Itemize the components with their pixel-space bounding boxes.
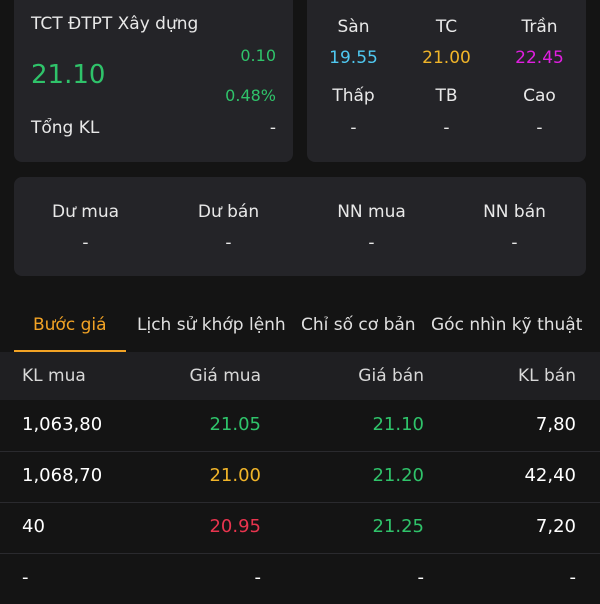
total-volume-value: - bbox=[269, 118, 276, 138]
floor-label: Sàn bbox=[337, 17, 370, 37]
bid-volume: - bbox=[22, 567, 29, 588]
reference-price: 21.00 bbox=[422, 48, 471, 68]
price-range-card: Sàn TC Trần 19.55 21.00 22.45 Thấp TB Ca… bbox=[307, 0, 586, 162]
average-price: - bbox=[443, 118, 450, 138]
stock-change-percent: 0.48% bbox=[225, 86, 276, 105]
table-row[interactable]: 1,063,80 21.05 21.10 7,80 bbox=[0, 400, 600, 452]
table-row[interactable]: - - - - bbox=[0, 553, 600, 604]
ask-price: 21.25 bbox=[372, 516, 424, 537]
tab-price-steps[interactable]: Bước giá bbox=[33, 315, 107, 335]
table-row[interactable]: 1,068,70 21.00 21.20 42,40 bbox=[0, 451, 600, 503]
stock-summary-card: TCT ĐTPT Xây dựng 21.10 0.10 0.48% Tổng … bbox=[14, 0, 293, 162]
reference-label: TC bbox=[435, 17, 458, 37]
sell-remaining-label: Dư bán bbox=[197, 202, 260, 222]
bid-volume: 1,068,70 bbox=[22, 465, 103, 486]
ask-volume: 7,80 bbox=[535, 414, 576, 435]
sell-remaining-value: - bbox=[225, 233, 232, 253]
foreign-sell-value: - bbox=[511, 233, 518, 253]
order-flow-card: Dư mua Dư bán NN mua NN bán - - - - bbox=[14, 177, 586, 276]
buy-remaining-value: - bbox=[82, 233, 89, 253]
order-book-header: KL mua Giá mua Giá bán KL bán bbox=[0, 352, 600, 400]
high-label: Cao bbox=[523, 86, 556, 106]
low-price: - bbox=[350, 118, 357, 138]
stock-price: 21.10 bbox=[31, 60, 106, 90]
bid-volume: 1,063,80 bbox=[22, 414, 103, 435]
ask-price: - bbox=[417, 567, 425, 588]
floor-price: 19.55 bbox=[329, 48, 378, 68]
low-label: Thấp bbox=[332, 86, 375, 106]
tab-match-history[interactable]: Lịch sử khớp lệnh bbox=[137, 315, 286, 335]
ask-volume: 42,40 bbox=[524, 465, 576, 486]
stock-name: TCT ĐTPT Xây dựng bbox=[31, 14, 199, 34]
stock-change: 0.10 bbox=[240, 46, 276, 65]
foreign-buy-value: - bbox=[368, 233, 375, 253]
table-row[interactable]: 40 20.95 21.25 7,20 bbox=[0, 502, 600, 554]
foreign-buy-label: NN mua bbox=[337, 202, 406, 222]
ask-volume: 7,20 bbox=[535, 516, 576, 537]
foreign-sell-label: NN bán bbox=[483, 202, 546, 222]
bid-price: - bbox=[254, 567, 262, 588]
ask-price: 21.20 bbox=[372, 465, 424, 486]
ask-volume: - bbox=[569, 567, 577, 588]
buy-remaining-label: Dư mua bbox=[51, 202, 120, 222]
header-ask-volume: KL bán bbox=[517, 366, 576, 386]
bid-volume: 40 bbox=[22, 516, 45, 537]
tab-technical-view[interactable]: Góc nhìn kỹ thuật bbox=[431, 315, 582, 335]
ask-price: 21.10 bbox=[372, 414, 424, 435]
header-bid-volume: KL mua bbox=[22, 366, 86, 386]
tab-bar: Bước giá Lịch sử khớp lệnh Chỉ số cơ bản… bbox=[0, 302, 600, 353]
header-ask-price: Giá bán bbox=[358, 366, 424, 386]
bid-price: 21.00 bbox=[209, 465, 261, 486]
tab-fundamentals[interactable]: Chỉ số cơ bản bbox=[301, 315, 416, 335]
high-price: - bbox=[536, 118, 543, 138]
average-label: TB bbox=[435, 86, 458, 106]
ceiling-price: 22.45 bbox=[515, 48, 564, 68]
ceiling-label: Trần bbox=[521, 17, 558, 37]
bid-price: 21.05 bbox=[209, 414, 261, 435]
total-volume-label: Tổng KL bbox=[31, 118, 100, 138]
header-bid-price: Giá mua bbox=[189, 366, 261, 386]
bid-price: 20.95 bbox=[209, 516, 261, 537]
